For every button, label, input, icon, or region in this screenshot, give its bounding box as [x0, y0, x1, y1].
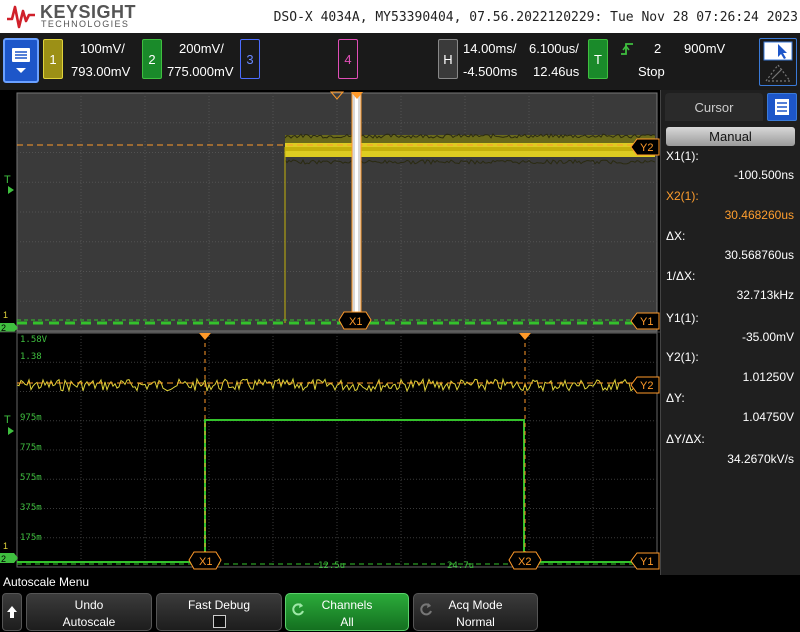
waveform-display[interactable]: T 2 1 X1 Y2 Y1 1.58V 1.38 975m 775m 575m… [0, 90, 660, 575]
svg-text:Y1: Y1 [640, 316, 653, 328]
brand-subtitle: TECHNOLOGIES [41, 19, 130, 29]
trigger-level: 900mV [684, 41, 726, 56]
undo-autoscale-softkey[interactable]: Undo Autoscale [26, 593, 152, 631]
delta-y-value: 1.04750V [742, 410, 794, 424]
channels-softkey[interactable]: Channels All [285, 593, 409, 631]
y2-marker-zoom[interactable]: Y2 [630, 376, 660, 394]
keysight-logo-icon [7, 5, 35, 29]
cursor-panel: Cursor Manual X1(1): -100.500ns X2(1): 3… [660, 90, 800, 575]
softkey-label: Normal [456, 615, 495, 629]
ch2-offset: 775.000mV [167, 64, 234, 79]
trigger-source: 2 [654, 41, 662, 56]
zoom-x-label: 24.7u [447, 561, 474, 571]
zoom-window: 1.58V 1.38 975m 775m 575m 375m 175m 12.5… [0, 332, 660, 571]
zoom-y-label: 775m [20, 443, 42, 453]
delta-x-label: ΔX: [666, 229, 686, 243]
ch2-scale: 200mV/ [179, 41, 224, 56]
x1-marker-top[interactable]: X1 [338, 311, 372, 330]
rising-edge-icon [621, 43, 633, 55]
softkey-bar: Undo Autoscale Fast Debug Channels All A… [0, 591, 800, 632]
trigger-button[interactable]: T [588, 39, 608, 79]
softkey-label: Autoscale [62, 615, 116, 629]
svg-text:T: T [4, 174, 11, 186]
x2-value: 30.468260us [724, 208, 794, 222]
status-bar: 1 100mV/ 793.00mV 2 200mV/ 775.000mV 3 4… [0, 33, 800, 90]
y1-label: Y1(1): [666, 311, 699, 325]
zoom-y-label: 375m [20, 503, 42, 513]
cursor-select-icon [763, 41, 793, 82]
y1-marker-zoom[interactable]: Y1 [630, 552, 660, 570]
y2-marker-top[interactable]: Y2 [630, 138, 660, 156]
horizontal-delay: -4.500ms [463, 64, 518, 79]
channel-2-button[interactable]: 2 [142, 39, 162, 79]
zoom-y-label: 1.38 [20, 352, 42, 362]
panel-list-button[interactable] [767, 93, 797, 121]
main-menu-button[interactable] [3, 38, 39, 83]
softkey-label: All [340, 615, 354, 629]
horizontal-scale: 14.00ms/ [463, 41, 517, 56]
x2-marker-zoom[interactable]: X2 [508, 551, 542, 570]
slope-value: 34.2670kV/s [727, 452, 794, 466]
fast-debug-softkey[interactable]: Fast Debug [156, 593, 282, 631]
main-window: T 2 1 X1 Y2 Y1 [0, 91, 660, 333]
cursor-tab[interactable]: Cursor [665, 93, 763, 121]
svg-text:Y2: Y2 [640, 380, 653, 392]
zoom-delay: 12.46us [533, 64, 580, 79]
softkey-label: Channels [321, 598, 373, 612]
svg-text:2: 2 [1, 554, 6, 564]
y2-value: 1.01250V [742, 370, 794, 384]
x1-label: X1(1): [666, 149, 699, 163]
svg-text:Y2: Y2 [640, 142, 653, 154]
zoom-y-label: 975m [20, 413, 42, 423]
up-arrow-icon [7, 606, 17, 618]
softkey-menu-title: Autoscale Menu [0, 575, 800, 591]
y1-marker-top[interactable]: Y1 [630, 312, 660, 330]
zoom-y-label: 1.58V [20, 335, 48, 345]
softkey-label: Undo [74, 598, 104, 612]
x1-marker-zoom[interactable]: X1 [188, 551, 222, 570]
ch1-offset: 793.00mV [71, 64, 131, 79]
back-button[interactable] [2, 593, 22, 631]
zoom-x-label: 12.5u [318, 561, 345, 571]
instrument-header: KEYSIGHT TECHNOLOGIES DSO-X 4034A, MY533… [0, 0, 800, 33]
y1-value: -35.00mV [741, 330, 794, 344]
svg-text:1: 1 [3, 310, 8, 320]
channel-3-button[interactable]: 3 [240, 39, 260, 79]
delta-y-label: ΔY: [666, 391, 685, 405]
acq-mode-softkey[interactable]: Acq Mode Normal [413, 593, 538, 631]
cursor-touch-button[interactable] [759, 38, 797, 86]
instrument-title: DSO-X 4034A, MY53390404, 07.56.202212022… [273, 10, 798, 25]
zoom-y-label: 575m [20, 473, 42, 483]
softkey-label: Fast Debug [187, 598, 251, 612]
zoom-scale: 6.100us/ [529, 41, 579, 56]
waveform-canvas[interactable]: T 2 1 X1 Y2 Y1 1.58V 1.38 975m 775m 575m… [0, 90, 660, 575]
menu-list-icon [12, 48, 30, 73]
svg-text:1: 1 [3, 541, 8, 551]
delta-x-value: 30.568760us [724, 248, 794, 262]
softkey-label: Acq Mode [448, 598, 503, 612]
inv-delta-x-label: 1/ΔX: [666, 269, 696, 283]
svg-text:X2: X2 [518, 556, 531, 568]
x2-label: X2(1): [666, 189, 699, 203]
channel-4-button[interactable]: 4 [338, 39, 358, 79]
list-icon [775, 99, 789, 115]
run-state: Stop [638, 64, 665, 79]
fast-debug-checkbox[interactable] [213, 615, 226, 628]
channel-1-button[interactable]: 1 [43, 39, 63, 79]
svg-text:X1: X1 [349, 316, 362, 328]
cursor-mode-button[interactable]: Manual [666, 127, 795, 146]
slope-label: ΔY/ΔX: [666, 432, 705, 446]
svg-text:T: T [4, 414, 11, 426]
y2-label: Y2(1): [666, 350, 699, 364]
inv-delta-x-value: 32.713kHz [736, 288, 794, 302]
horizontal-button[interactable]: H [438, 39, 458, 79]
x1-value: -100.500ns [733, 168, 794, 182]
svg-text:X1: X1 [199, 556, 212, 568]
ch1-scale: 100mV/ [80, 41, 125, 56]
svg-text:Y1: Y1 [640, 556, 653, 568]
zoom-y-label: 175m [20, 533, 42, 543]
